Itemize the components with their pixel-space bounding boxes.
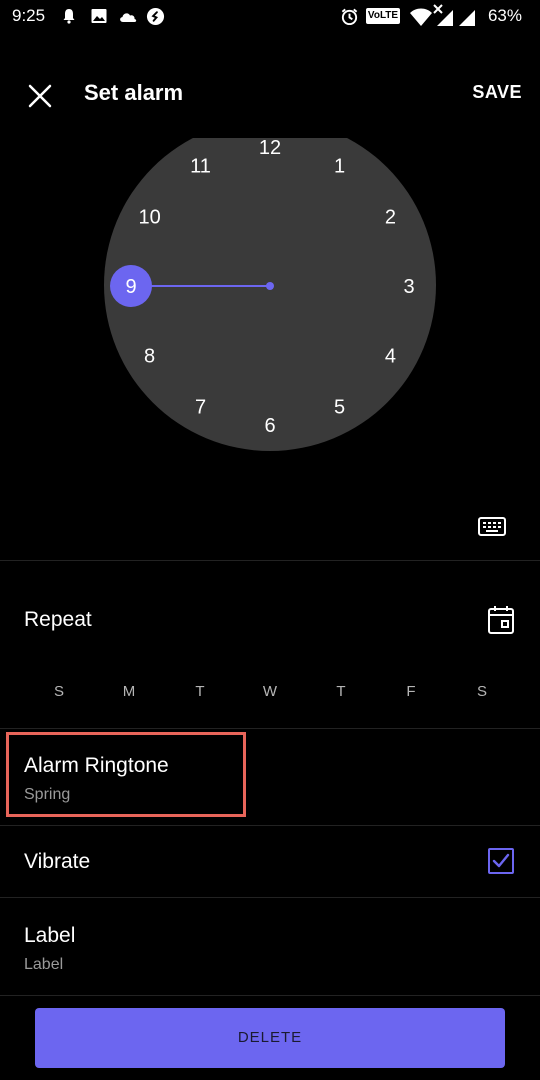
clock-face[interactable]: 121234567891011 [0,110,540,470]
clock-dial[interactable]: 12 1 2 3 4 5 6 7 8 9 10 11 [0,110,540,470]
battery-percent: 63% [487,6,522,25]
clock-number-11[interactable]: 11 [190,156,211,178]
clock-number-10[interactable]: 10 [138,207,160,229]
shazam-icon [146,7,165,26]
image-icon [91,9,107,23]
status-bar: 9:25 VoLTE 63% [0,0,540,34]
day-tuesday[interactable]: T [185,683,215,700]
day-friday[interactable]: F [396,683,426,700]
calendar-button[interactable] [486,604,516,636]
wifi-icon [410,8,432,26]
save-button[interactable]: SAVE [472,82,522,103]
vibrate-checkbox[interactable] [488,848,514,874]
notification-bell-icon [63,9,75,24]
label-title[interactable]: Label [24,924,75,948]
repeat-days: S M T W T F S [24,683,518,705]
day-wednesday[interactable]: W [255,683,285,700]
divider [0,728,540,729]
clock-number-5[interactable]: 5 [334,396,345,418]
clock-top-mask [0,110,540,138]
divider [0,825,540,826]
divider [0,897,540,898]
clock-number-7[interactable]: 7 [195,396,206,418]
delete-label: DELETE [237,1029,303,1046]
repeat-label: Repeat [24,608,92,631]
delete-button[interactable]: DELETE [35,1008,505,1068]
ringtone-value: Spring [24,786,71,803]
vibrate-label: Vibrate [24,850,91,873]
keyboard-toggle-button[interactable] [476,512,510,542]
clock-number-4[interactable]: 4 [385,346,396,368]
clock-number-2[interactable]: 2 [385,207,396,229]
volte-label: VoLTE [367,10,399,21]
cloud-icon [120,13,137,22]
ringtone-title: Alarm Ringtone [24,754,169,777]
divider [0,560,540,561]
day-sunday[interactable]: S [44,683,74,700]
day-monday[interactable]: M [114,683,144,700]
calendar-icon [488,606,514,634]
clock-number-1[interactable]: 1 [334,156,345,178]
clock-center-dot [266,282,274,290]
divider [0,995,540,996]
day-thursday[interactable]: T [326,683,356,700]
keyboard-icon [478,517,506,536]
clock-number-3[interactable]: 3 [403,276,414,298]
clock-number-9[interactable]: 9 [125,276,136,298]
volte-icon: VoLTE [366,8,400,24]
status-time: 9:25 [12,6,46,25]
page-title: Set alarm [84,80,184,105]
clock-number-12[interactable]: 12 [259,137,281,159]
signal-2-icon [459,10,475,26]
label-field[interactable]: Label [24,956,63,974]
clock-number-8[interactable]: 8 [144,346,155,368]
checkbox-checked-icon [488,848,514,874]
alarm-ringtone-row[interactable]: Alarm Ringtone Spring [0,730,540,824]
alarm-icon [341,8,358,26]
day-saturday[interactable]: S [467,683,497,700]
signal-icon [437,10,453,26]
clock-number-6[interactable]: 6 [264,415,275,437]
